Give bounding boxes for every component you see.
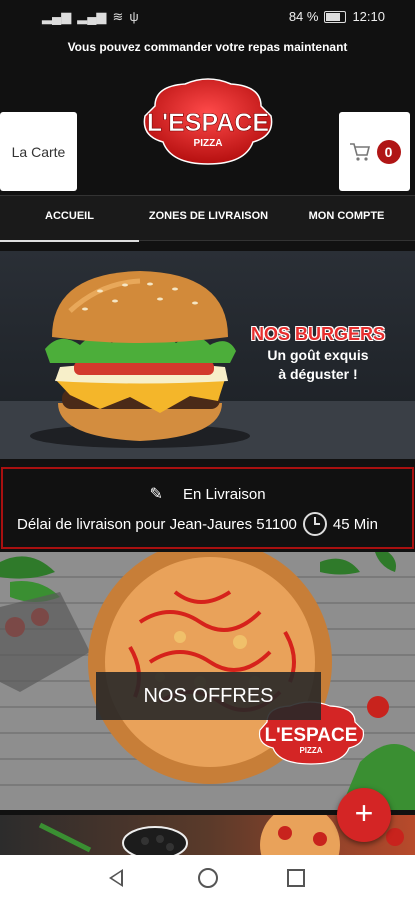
delivery-mode: ✎ En Livraison xyxy=(3,484,412,504)
tab-label: MON COMPTE xyxy=(308,210,385,222)
signal-icon: ▂▄▆ xyxy=(42,9,72,24)
logo-main-text: L'ESPACE xyxy=(147,109,269,137)
usb-icon: ψ xyxy=(129,9,139,24)
signal-icon: ▂▄▆ xyxy=(77,9,107,24)
burger-slogan: NOS BURGERS Un goût exquis à déguster ! xyxy=(251,324,385,383)
offers-logo-sub: PIZZA xyxy=(299,746,322,755)
burger-subtitle-line1: Un goût exquis xyxy=(267,347,369,363)
order-now-banner: Vous pouvez commander votre repas mainte… xyxy=(67,40,348,54)
offers-banner[interactable]: L'ESPACE PIZZA NOS OFFRES xyxy=(0,552,415,810)
system-nav-bar xyxy=(0,855,415,900)
cart-icon xyxy=(349,142,370,161)
brand-logo[interactable]: L'ESPACE PIZZA xyxy=(135,76,281,170)
delivery-delay-line: Délai de livraison pour Jean-Jaures 5110… xyxy=(17,512,378,536)
back-icon[interactable] xyxy=(109,869,123,887)
recent-apps-icon[interactable] xyxy=(287,869,305,887)
tab-label: ZONES DE LIVRAISON xyxy=(148,210,269,222)
offers-label: NOS OFFRES xyxy=(96,672,321,720)
pencil-icon[interactable]: ✎ xyxy=(149,486,162,503)
menu-button-label: La Carte xyxy=(11,143,66,160)
home-icon[interactable] xyxy=(198,868,218,888)
battery-percent: 84 % xyxy=(288,9,319,24)
wifi-icon: ≋ xyxy=(112,9,124,24)
clock-icon xyxy=(302,512,327,536)
menu-button[interactable]: La Carte xyxy=(0,112,77,191)
clock: 12:10 xyxy=(352,9,385,24)
status-right: 84 % 12:10 xyxy=(289,9,385,24)
burger-promo-banner[interactable]: NOS BURGERS Un goût exquis à déguster ! xyxy=(0,251,415,459)
cart-button[interactable]: 0 xyxy=(339,112,410,191)
delivery-delay-value: 45 Min xyxy=(332,515,378,533)
delivery-info-box[interactable]: ✎ En Livraison Délai de livraison pour J… xyxy=(1,467,414,549)
main-nav: ACCUEIL ZONES DE LIVRAISON MON COMPTE xyxy=(0,195,415,242)
battery-icon xyxy=(324,10,347,23)
tab-mon-compte[interactable]: MON COMPTE xyxy=(278,196,415,240)
add-fab-button[interactable]: + xyxy=(337,788,391,842)
tab-accueil[interactable]: ACCUEIL xyxy=(0,196,139,242)
delivery-delay-text: Délai de livraison pour Jean-Jaures 5110… xyxy=(17,515,297,533)
offers-logo-main: L'ESPACE xyxy=(265,725,358,746)
burger-title: NOS BURGERS xyxy=(250,324,385,344)
logo-sub-text: PIZZA xyxy=(194,138,223,149)
tab-label: ACCUEIL xyxy=(45,210,94,222)
delivery-mode-label: En Livraison xyxy=(183,486,266,503)
burger-subtitle-line2: à déguster ! xyxy=(278,366,358,382)
tab-zones-de-livraison[interactable]: ZONES DE LIVRAISON xyxy=(139,196,278,240)
cart-count-badge: 0 xyxy=(376,139,401,164)
status-icons: ▂▄▆ ▂▄▆ ≋ ψ xyxy=(42,9,139,25)
status-bar: ▂▄▆ ▂▄▆ ≋ ψ 84 % 12:10 xyxy=(0,0,415,34)
